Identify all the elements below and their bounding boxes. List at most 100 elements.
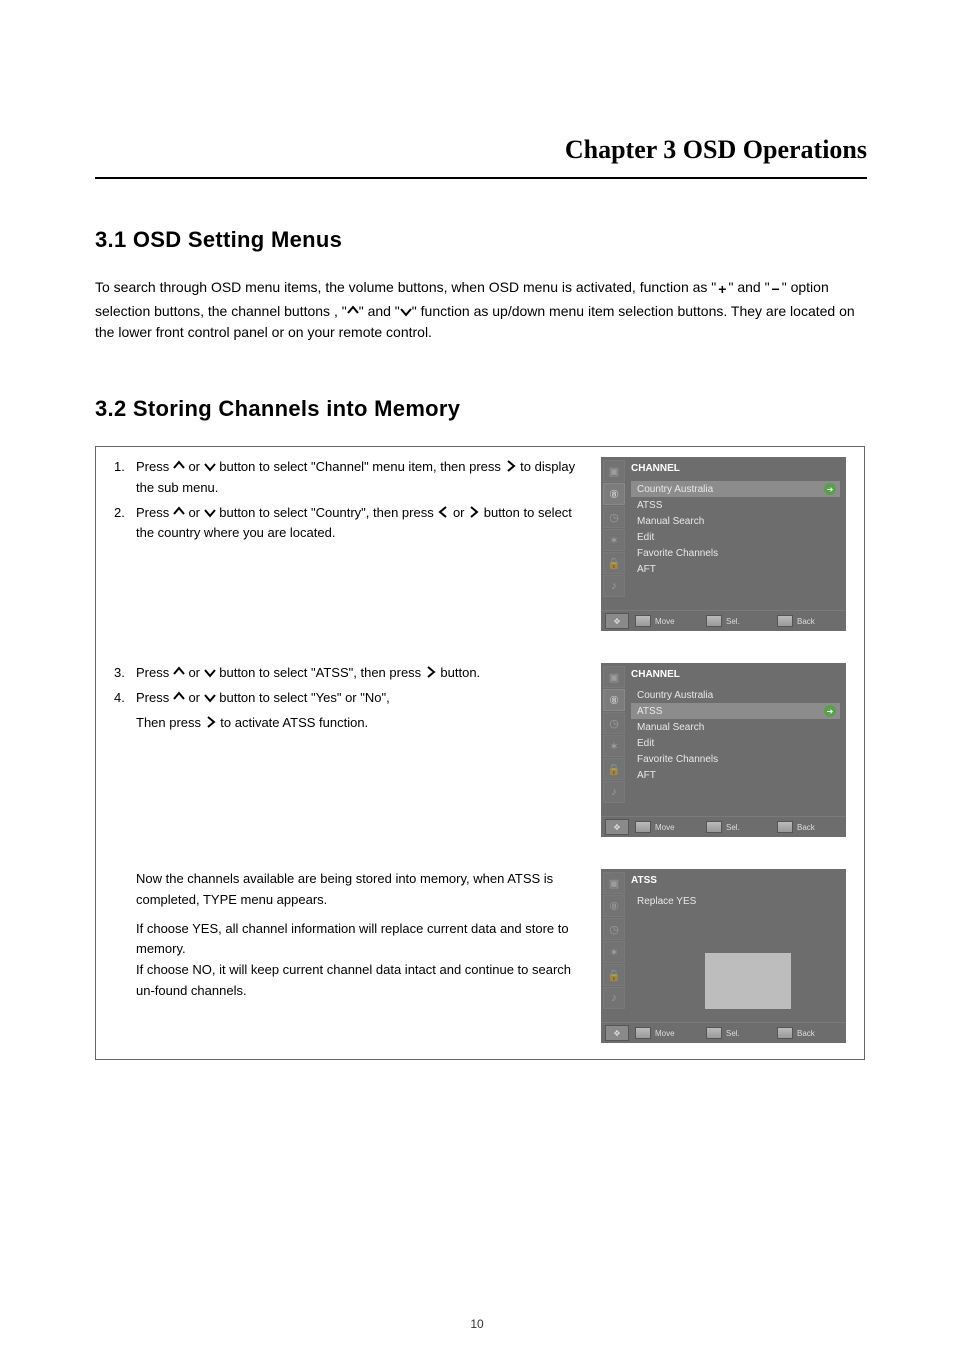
note-no: If choose NO, it will keep current chann… [114,960,583,1002]
chevron-right-icon [468,506,480,518]
text-fragment: to activate ATSS function. [217,715,369,730]
menu-row-manual: Manual Search [631,513,840,529]
menu-row-aft: AFT [631,561,840,577]
step-3: 3. Press or button to select "ATSS", the… [114,663,583,684]
bottom-seg-move: Move [631,1026,700,1040]
button-icon [635,821,651,833]
nav-arrows-icon: ✥ [605,819,629,835]
content-area: Chapter 3 OSD Operations 3.1 OSD Setting… [95,135,867,1060]
text-fragment: button to select "Country", then press [216,505,438,520]
chevron-up-icon [173,666,185,678]
step-3-body: Press or button to select "ATSS", then p… [136,663,583,684]
text-fragment: Press [136,505,173,520]
osd-body: ▣ ⑧ ◷ ✶ 🔒 ♪ Country Australia➔ [601,457,846,610]
settings-icon: ✶ [603,529,625,551]
bottom-label: Sel. [726,617,740,626]
osd-menu-list: Country Australia ATSS➔ Manual Search Ed… [625,663,846,783]
chevron-left-icon [437,506,449,518]
step-row-notes: Now the channels available are being sto… [114,869,846,1043]
step-row-1-2: 1. Press or button to select "Channel" m… [114,457,846,631]
osd-title: CHANNEL [631,669,680,680]
section-3-1-paragraph: To search through OSD menu items, the vo… [95,277,867,344]
lock-icon: 🔒 [603,758,625,780]
channel-icon: ⑧ [603,483,625,505]
step-1: 1. Press or button to select "Channel" m… [114,457,583,499]
chevron-right-icon [425,666,437,678]
text-fragment: Then press [136,715,205,730]
osd-bottom-bar: ✥ Move Sel. Back [601,1022,846,1043]
clock-icon: ◷ [603,506,625,528]
osd-preview-1: CHANNEL ▣ ⑧ ◷ ✶ 🔒 ♪ Country [601,457,846,631]
text-fragment: or [185,690,204,705]
osd-screen: CHANNEL ▣ ⑧ ◷ ✶ 🔒 ♪ Country [601,457,846,631]
button-icon [777,615,793,627]
text-fragment: button to select "Channel" menu item, th… [216,459,505,474]
settings-icon: ✶ [603,941,625,963]
step-number: 1. [114,457,130,499]
chevron-up-icon [173,506,185,518]
clock-icon: ◷ [603,918,625,940]
osd-menu-list: Replace YES [625,869,846,909]
text-fragment: or [185,665,204,680]
arrow-right-icon: ➔ [824,705,836,717]
settings-icon: ✶ [603,735,625,757]
page-number: 10 [0,1317,954,1331]
chevron-down-icon [204,506,216,518]
menu-row-label: ATSS [637,706,662,717]
osd-body: ▣ ⑧ ◷ ✶ 🔒 ♪ Country Australia [601,663,846,816]
osd-preview-3: ATSS ▣ ⑧ ◷ ✶ 🔒 ♪ Replace [601,869,846,1043]
menu-row-country: Country Australia [631,687,840,703]
text-fragment: Press [136,459,173,474]
bottom-seg-back: Back [773,820,842,834]
osd-main: Country Australia ATSS➔ Manual Search Ed… [625,663,846,816]
bottom-seg-move: Move [631,820,700,834]
picture-icon: ▣ [603,666,625,688]
menu-row-aft: AFT [631,767,840,783]
text-fragment: or [185,505,204,520]
menu-row-replace: Replace YES [631,893,840,909]
clock-icon: ◷ [603,712,625,734]
step-row-3-4: 3. Press or button to select "ATSS", the… [114,663,846,837]
menu-row-favorite: Favorite Channels [631,545,840,561]
menu-row-country: Country Australia➔ [631,481,840,497]
osd-sidebar: ▣ ⑧ ◷ ✶ 🔒 ♪ [601,869,625,1022]
bottom-label: Move [655,823,675,832]
text-fragment: Press [136,665,173,680]
picture-icon: ▣ [603,872,625,894]
bottom-label: Move [655,1029,675,1038]
button-icon [635,615,651,627]
step-2: 2. Press or button to select "Country", … [114,503,583,545]
chevron-down-icon [204,460,216,472]
note-yes: If choose YES, all channel information w… [114,919,583,961]
audio-icon: ♪ [603,987,625,1009]
text-fragment: button. [437,665,480,680]
osd-bottom-bar: ✥ Move Sel. Back [601,816,846,837]
lock-icon: 🔒 [603,552,625,574]
step-1-body: Press or button to select "Channel" menu… [136,457,583,499]
chevron-right-icon [505,460,517,472]
bottom-seg-back: Back [773,614,842,628]
audio-icon: ♪ [603,575,625,597]
chevron-up-icon [173,460,185,472]
text-fragment: or [185,459,204,474]
bottom-label: Sel. [726,823,740,832]
pip-preview-box [705,953,791,1009]
chevron-down-icon [204,691,216,703]
bottom-label: Sel. [726,1029,740,1038]
text-fragment: " and " [728,279,769,295]
menu-row-atss: ATSS ➔ [631,703,840,719]
chevron-down-icon [204,666,216,678]
text-fragment: To search through OSD menu items, the vo… [95,279,716,295]
step-4-cont: Then press to activate ATSS function. [114,713,583,734]
osd-body: ▣ ⑧ ◷ ✶ 🔒 ♪ Replace YES [601,869,846,1022]
button-icon [706,615,722,627]
bottom-seg-sel: Sel. [702,820,771,834]
osd-menu-list: Country Australia➔ ATSS Manual Search Ed… [625,457,846,577]
chevron-up-icon [347,305,359,317]
osd-title: ATSS [631,875,657,886]
osd-screen: ATSS ▣ ⑧ ◷ ✶ 🔒 ♪ Replace [601,869,846,1043]
osd-main-body [625,909,846,1022]
text-fragment: " and " [359,303,400,319]
step-4-body: Press or button to select "Yes" or "No", [136,688,583,709]
chevron-right-icon [205,716,217,728]
